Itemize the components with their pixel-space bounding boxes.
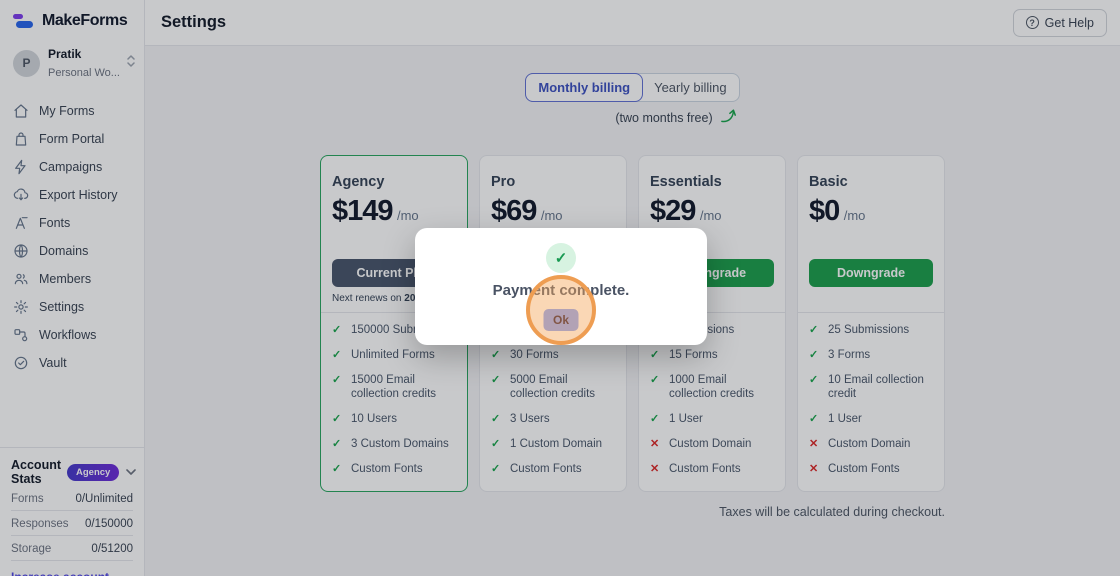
ok-button[interactable]: Ok [544,309,579,331]
modal-message: Payment complete. [415,282,707,299]
success-check-icon: ✓ [546,243,576,273]
payment-complete-modal: ✓ Payment complete. Ok [415,228,707,345]
